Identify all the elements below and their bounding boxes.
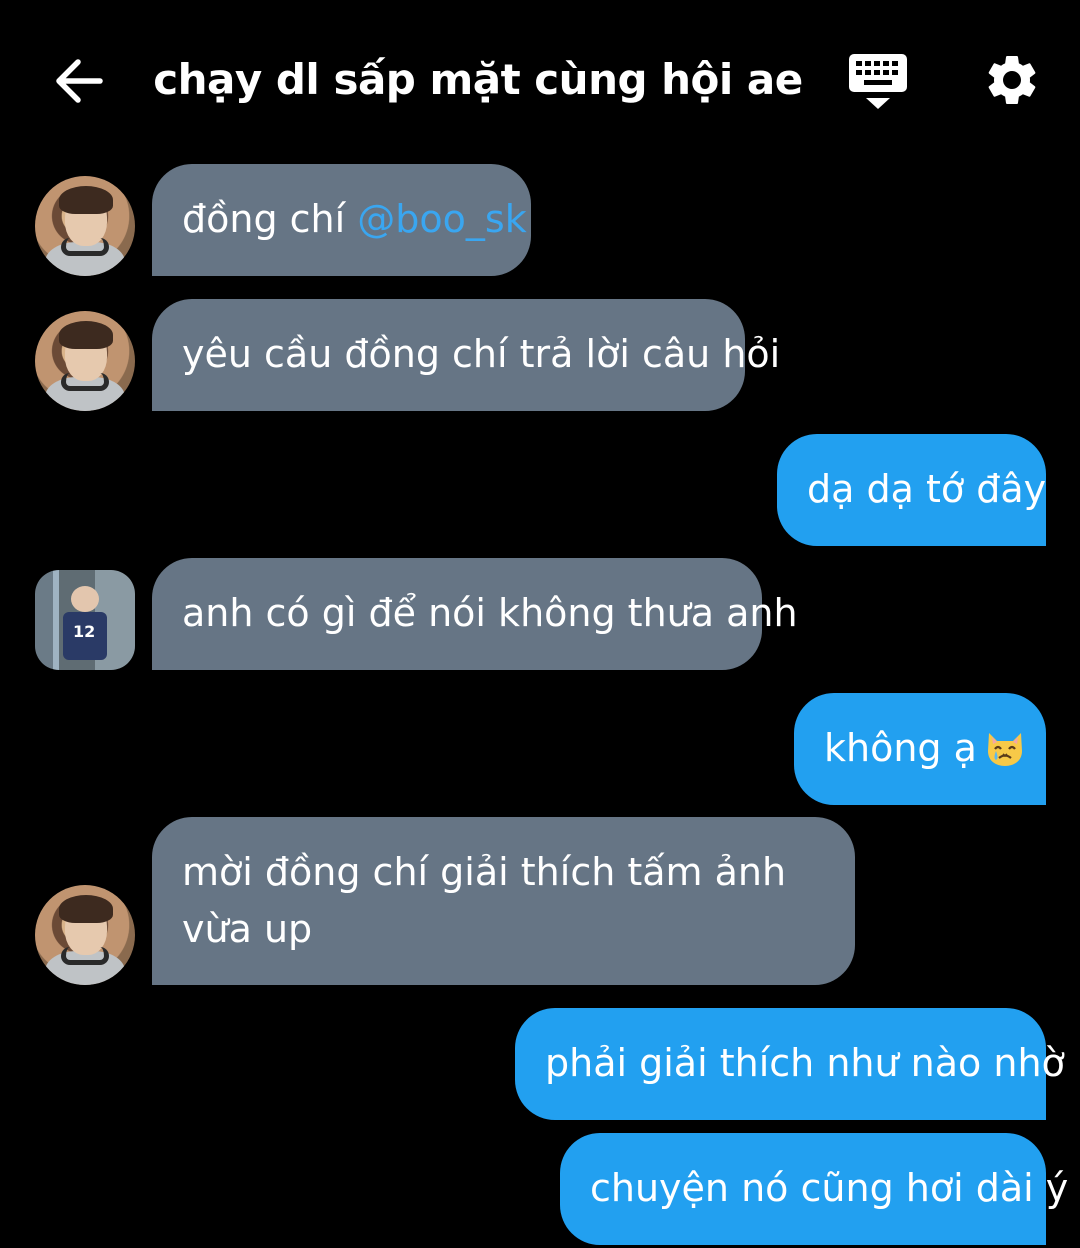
message-bubble-outgoing[interactable]: chuyện nó cũng hơi dài ý bbox=[560, 1133, 1068, 1245]
message-text: mời đồng chí giải thích tấm ảnh vừa up bbox=[182, 850, 787, 951]
avatar-user-2[interactable] bbox=[35, 570, 135, 670]
avatar-hair bbox=[59, 186, 113, 214]
avatar-user-1[interactable] bbox=[35, 311, 135, 411]
avatar-user-1[interactable] bbox=[35, 885, 135, 985]
avatar-headphones bbox=[61, 373, 109, 391]
message-bubble-outgoing[interactable]: phải giải thích như nào nhờ bbox=[515, 1008, 1065, 1120]
keyboard-toggle-button[interactable] bbox=[846, 52, 910, 112]
avatar-user-1[interactable] bbox=[35, 176, 135, 276]
chat-title: chạy dl sấp mặt cùng hội ae bbox=[153, 55, 803, 104]
user-mention-link[interactable]: @boo_sk bbox=[357, 197, 526, 241]
message-text: anh có gì để nói không thưa anh bbox=[182, 591, 798, 635]
chat-screen: chạy dl sấp mặt cùng hội ae đồng chí @bo… bbox=[0, 0, 1080, 1248]
avatar-headphones bbox=[61, 238, 109, 256]
message-text: phải giải thích như nào nhờ bbox=[545, 1041, 1065, 1085]
message-bubble-incoming[interactable]: mời đồng chí giải thích tấm ảnh vừa up bbox=[152, 817, 855, 985]
keyboard-hide-icon bbox=[849, 54, 907, 109]
avatar-jersey bbox=[63, 612, 107, 660]
message-text: chuyện nó cũng hơi dài ý bbox=[590, 1166, 1069, 1210]
message-bubble-outgoing[interactable]: dạ dạ tớ đây bbox=[777, 434, 1046, 546]
message-bubble-incoming[interactable]: anh có gì để nói không thưa anh bbox=[152, 558, 798, 670]
message-text: dạ dạ tớ đây bbox=[807, 467, 1047, 511]
message-text: không ạ bbox=[824, 726, 977, 770]
message-text: đồng chí bbox=[182, 197, 358, 241]
crying-cat-emoji bbox=[987, 733, 1022, 766]
avatar-hair bbox=[59, 321, 113, 349]
avatar-hair bbox=[59, 895, 113, 923]
back-button[interactable] bbox=[50, 52, 108, 110]
message-bubble-incoming[interactable]: đồng chí @boo_sk bbox=[152, 164, 531, 276]
avatar-face bbox=[71, 586, 99, 612]
arrow-left-icon bbox=[56, 59, 103, 103]
message-bubble-incoming[interactable]: yêu cầu đồng chí trả lời câu hỏi bbox=[152, 299, 780, 411]
message-text: yêu cầu đồng chí trả lời câu hỏi bbox=[182, 332, 781, 376]
gear-icon bbox=[988, 55, 1036, 104]
avatar-headphones bbox=[61, 947, 109, 965]
settings-button[interactable] bbox=[982, 50, 1042, 110]
chat-header: chạy dl sấp mặt cùng hội ae bbox=[0, 0, 1080, 165]
message-bubble-outgoing[interactable]: không ạ bbox=[794, 693, 1046, 805]
